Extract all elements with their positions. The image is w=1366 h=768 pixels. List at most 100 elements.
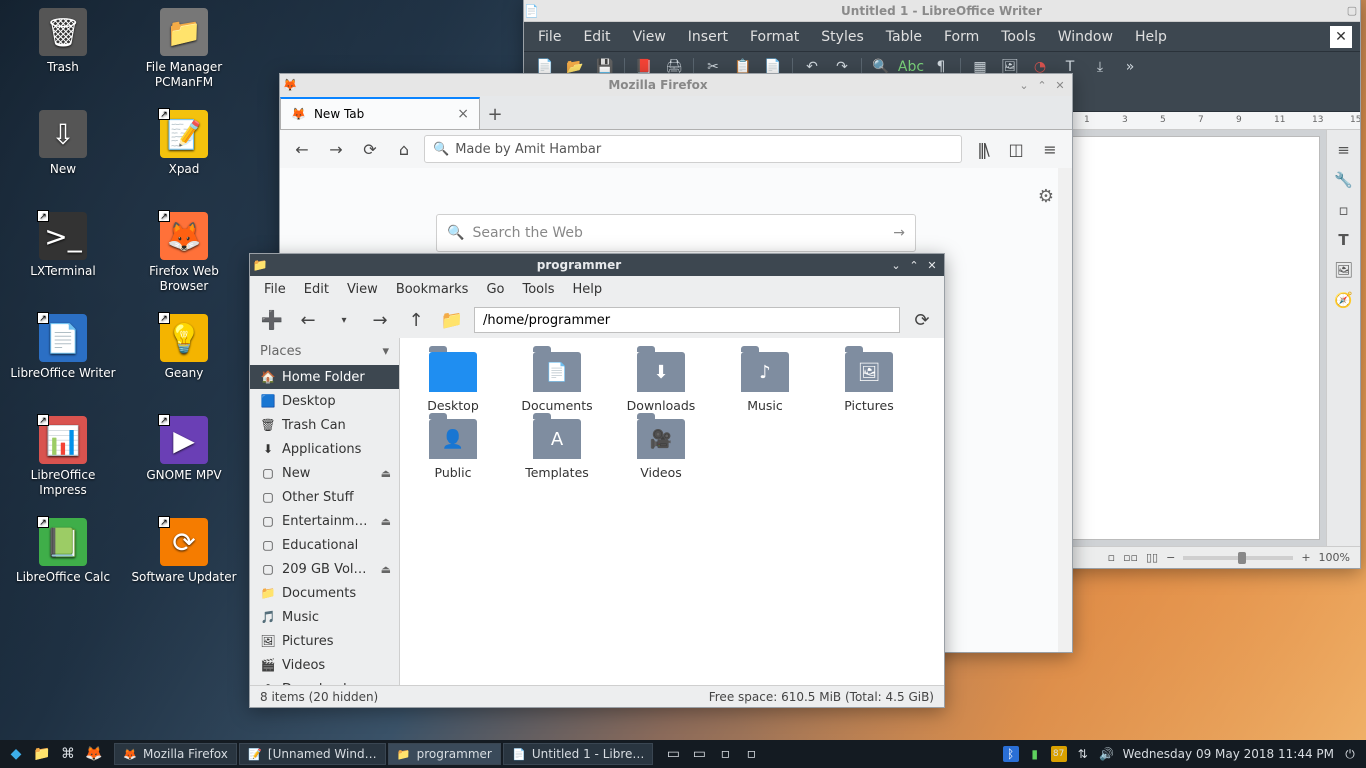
- power-icon[interactable]: ⏻: [1342, 746, 1358, 762]
- desktop-icon-libreoffice-impress[interactable]: ↗📊LibreOffice Impress: [8, 416, 118, 518]
- battery-icon[interactable]: ▮: [1027, 746, 1043, 762]
- scrollbar[interactable]: [1058, 168, 1072, 652]
- firefox-launcher[interactable]: 🦊: [82, 743, 106, 765]
- back-button[interactable]: ←: [294, 306, 322, 334]
- menu-file[interactable]: File: [264, 282, 286, 297]
- folder-documents[interactable]: 📄Documents: [516, 352, 598, 413]
- folder-videos[interactable]: 🎥Videos: [620, 419, 702, 480]
- menu-tools[interactable]: Tools: [1001, 29, 1036, 45]
- menu-tools[interactable]: Tools: [522, 282, 554, 297]
- sidebar-settings-icon[interactable]: ≡: [1332, 138, 1356, 162]
- task-untitled-1-libre-[interactable]: 📄Untitled 1 - Libre…: [503, 743, 654, 765]
- zoom-slider[interactable]: [1183, 556, 1293, 560]
- desktop-icon-libreoffice-calc[interactable]: ↗📗LibreOffice Calc: [8, 518, 118, 620]
- menu-window[interactable]: Window: [1058, 29, 1113, 45]
- workspace-1[interactable]: ▭: [661, 743, 685, 765]
- file-manager-launcher[interactable]: 📁: [30, 743, 54, 765]
- task-programmer[interactable]: 📁programmer: [388, 743, 501, 765]
- zoom-out-icon[interactable]: −: [1166, 551, 1175, 564]
- maximize-button[interactable]: ⌃: [1034, 77, 1050, 93]
- terminal-launcher[interactable]: ⌘: [56, 743, 80, 765]
- properties-icon[interactable]: 🔧: [1332, 168, 1356, 192]
- view-book-icon[interactable]: ▯▯: [1146, 551, 1158, 564]
- place-home-folder[interactable]: 🏠Home Folder: [250, 365, 399, 389]
- menu-styles[interactable]: Styles: [821, 29, 863, 45]
- volume-icon[interactable]: 🔊: [1099, 746, 1115, 762]
- path-bar[interactable]: /home/programmer: [474, 307, 900, 333]
- menu-view[interactable]: View: [633, 29, 666, 45]
- document-close-button[interactable]: ✕: [1330, 26, 1352, 48]
- menu-format[interactable]: Format: [750, 29, 799, 45]
- menu-button[interactable]: ≡: [1036, 135, 1064, 163]
- updater-icon[interactable]: 87: [1051, 746, 1067, 762]
- place-documents[interactable]: 📁Documents: [250, 581, 399, 605]
- network-icon[interactable]: ⇅: [1075, 746, 1091, 762]
- page-icon[interactable]: ▫: [1332, 198, 1356, 222]
- place-pictures[interactable]: 🖼Pictures: [250, 629, 399, 653]
- desktop-icon-lxterminal[interactable]: ↗>_LXTerminal: [8, 212, 118, 314]
- menu-bookmarks[interactable]: Bookmarks: [396, 282, 469, 297]
- more-icon[interactable]: »: [1119, 56, 1141, 78]
- desktop-icon-trash[interactable]: 🗑Trash: [8, 8, 118, 110]
- menu-view[interactable]: View: [347, 282, 378, 297]
- close-button[interactable]: ✕: [1052, 77, 1068, 93]
- titlebar[interactable]: 🦊 Mozilla Firefox ⌄ ⌃ ✕: [280, 74, 1072, 96]
- folder-desktop[interactable]: Desktop: [412, 352, 494, 413]
- folder-public[interactable]: 👤Public: [412, 419, 494, 480]
- place-trash-can[interactable]: 🗑Trash Can: [250, 413, 399, 437]
- gallery-icon[interactable]: 🖼: [1332, 258, 1356, 282]
- place-desktop[interactable]: 🟦Desktop: [250, 389, 399, 413]
- view-multi-icon[interactable]: ▫▫: [1123, 551, 1138, 564]
- folder-music[interactable]: ♪Music: [724, 352, 806, 413]
- library-icon[interactable]: |||\: [968, 135, 996, 163]
- desktop-icon-xpad[interactable]: ↗📝Xpad: [129, 110, 239, 212]
- place-downloads[interactable]: ⬇Downloads: [250, 677, 399, 685]
- eject-icon[interactable]: ⏏: [381, 563, 391, 576]
- view-single-icon[interactable]: ▫: [1108, 551, 1115, 564]
- back-button[interactable]: ←: [288, 135, 316, 163]
- show-desktop[interactable]: ▫: [713, 743, 737, 765]
- tab-new-tab[interactable]: 🦊 New Tab ×: [280, 97, 480, 129]
- menu-insert[interactable]: Insert: [688, 29, 728, 45]
- menu-table[interactable]: Table: [886, 29, 922, 45]
- folder-view[interactable]: Desktop 📄Documents ⬇Downloads ♪Music 🖼Pictur…: [400, 338, 944, 685]
- folder-templates[interactable]: ATemplates: [516, 419, 598, 480]
- reload-button[interactable]: ⟳: [908, 306, 936, 334]
- place-209-gb-vol-[interactable]: ▢209 GB Vol…⏏: [250, 557, 399, 581]
- iconify-all[interactable]: ▫: [739, 743, 763, 765]
- forward-button[interactable]: →: [366, 306, 394, 334]
- desktop-icon-geany[interactable]: ↗💡Geany: [129, 314, 239, 416]
- sidebar-icon[interactable]: ◫: [1002, 135, 1030, 163]
- menu-form[interactable]: Form: [944, 29, 979, 45]
- maximize-button[interactable]: ▢: [1344, 3, 1360, 19]
- home-button[interactable]: ⌂: [390, 135, 418, 163]
- navigator-icon[interactable]: 🧭: [1332, 288, 1356, 312]
- home-folder-icon[interactable]: 📁: [438, 306, 466, 334]
- maximize-button[interactable]: ⌃: [906, 257, 922, 273]
- bluetooth-icon[interactable]: ᛒ: [1003, 746, 1019, 762]
- workspace-2[interactable]: ▭: [687, 743, 711, 765]
- close-button[interactable]: ✕: [924, 257, 940, 273]
- menu-help[interactable]: Help: [573, 282, 603, 297]
- task-mozilla-firefox[interactable]: 🦊Mozilla Firefox: [114, 743, 237, 765]
- place-other-stuff[interactable]: ▢Other Stuff: [250, 485, 399, 509]
- menu-go[interactable]: Go: [486, 282, 504, 297]
- eject-icon[interactable]: ⏏: [381, 515, 391, 528]
- folder-pictures[interactable]: 🖼Pictures: [828, 352, 910, 413]
- new-tab-button[interactable]: +: [480, 99, 510, 129]
- forward-button[interactable]: →: [322, 135, 350, 163]
- history-dropdown[interactable]: ▾: [330, 306, 358, 334]
- styles-icon[interactable]: T: [1332, 228, 1356, 252]
- zoom-value[interactable]: 100%: [1319, 551, 1350, 564]
- reload-button[interactable]: ⟳: [356, 135, 384, 163]
- tab-close-icon[interactable]: ×: [457, 106, 469, 122]
- clock[interactable]: Wednesday 09 May 2018 11:44 PM: [1123, 747, 1334, 761]
- folder-downloads[interactable]: ⬇Downloads: [620, 352, 702, 413]
- place-applications[interactable]: ⬇Applications: [250, 437, 399, 461]
- menu-edit[interactable]: Edit: [304, 282, 329, 297]
- eject-icon[interactable]: ⏏: [381, 467, 391, 480]
- url-bar[interactable]: 🔍 Made by Amit Hambar: [424, 135, 962, 163]
- start-menu-button[interactable]: ◆: [4, 743, 28, 765]
- desktop-icon-software-updater[interactable]: ↗⟳Software Updater: [129, 518, 239, 620]
- place-videos[interactable]: 🎬Videos: [250, 653, 399, 677]
